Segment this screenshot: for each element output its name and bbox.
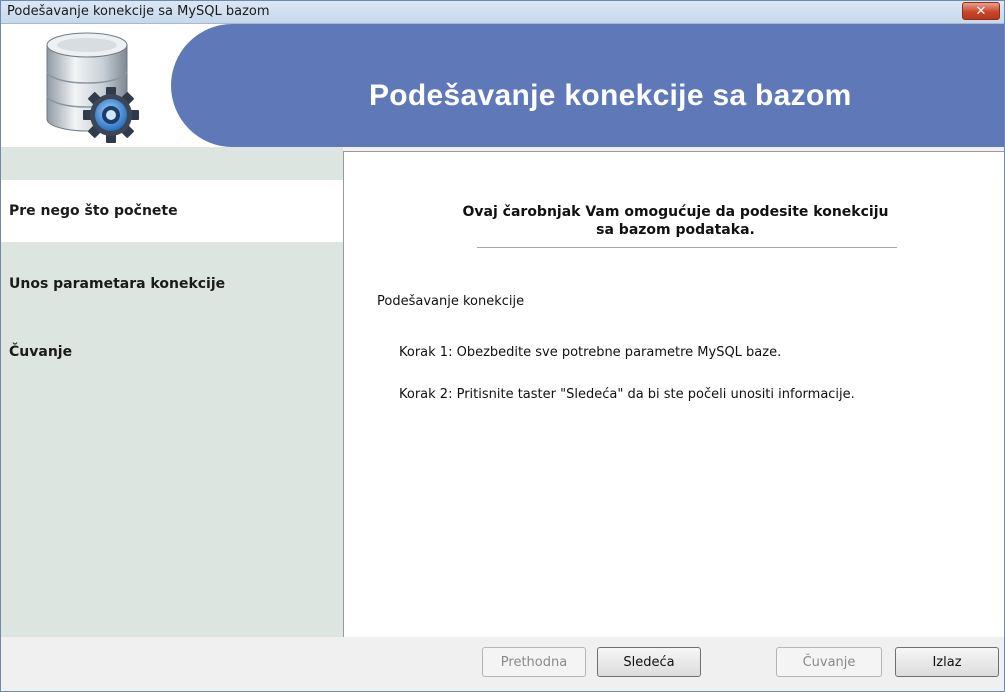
close-icon: ✕ bbox=[975, 3, 987, 19]
close-button[interactable]: ✕ bbox=[962, 2, 1000, 20]
intro-line-1: Ovaj čarobnjak Vam omogućuje da podesite… bbox=[462, 204, 889, 220]
wizard-window: Podešavanje konekcije sa MySQL bazom ✕ P… bbox=[0, 0, 1005, 692]
header-banner: Podešavanje konekcije sa bazom bbox=[1, 24, 1004, 147]
sidebar-item-before-you-start[interactable]: Pre nego što počnete bbox=[1, 180, 343, 242]
sidebar-item-label: Čuvanje bbox=[9, 344, 73, 360]
section-title: Podešavanje konekcije bbox=[377, 294, 525, 309]
title-bar: Podešavanje konekcije sa MySQL bazom ✕ bbox=[1, 1, 1004, 24]
window-title: Podešavanje konekcije sa MySQL bazom bbox=[7, 4, 270, 19]
intro-line-2: sa bazom podataka. bbox=[596, 222, 755, 238]
step-2-text: Korak 2: Pritisnite taster "Sledeća" da … bbox=[399, 387, 855, 402]
button-bar: Prethodna Sledeća Čuvanje Izlaz bbox=[1, 637, 1004, 691]
next-button[interactable]: Sledeća bbox=[597, 647, 701, 677]
database-gear-icon bbox=[46, 32, 139, 143]
wizard-steps-sidebar: Pre nego što počnete Unos parametara kon… bbox=[1, 147, 343, 637]
save-button[interactable]: Čuvanje bbox=[776, 647, 882, 677]
exit-button[interactable]: Izlaz bbox=[895, 647, 999, 677]
content-panel: Ovaj čarobnjak Vam omogućuje da podesite… bbox=[343, 151, 1004, 637]
sidebar-item-label: Unos parametara konekcije bbox=[9, 276, 226, 292]
step-1-text: Korak 1: Obezbedite sve potrebne paramet… bbox=[399, 345, 782, 360]
previous-button[interactable]: Prethodna bbox=[482, 647, 586, 677]
sidebar-item-save[interactable]: Čuvanje bbox=[1, 337, 343, 367]
sidebar-item-connection-parameters[interactable]: Unos parametara konekcije bbox=[1, 269, 343, 299]
banner-title: Podešavanje konekcije sa bazom bbox=[369, 79, 852, 112]
intro-divider bbox=[477, 247, 897, 248]
sidebar-item-label: Pre nego što počnete bbox=[9, 203, 178, 219]
